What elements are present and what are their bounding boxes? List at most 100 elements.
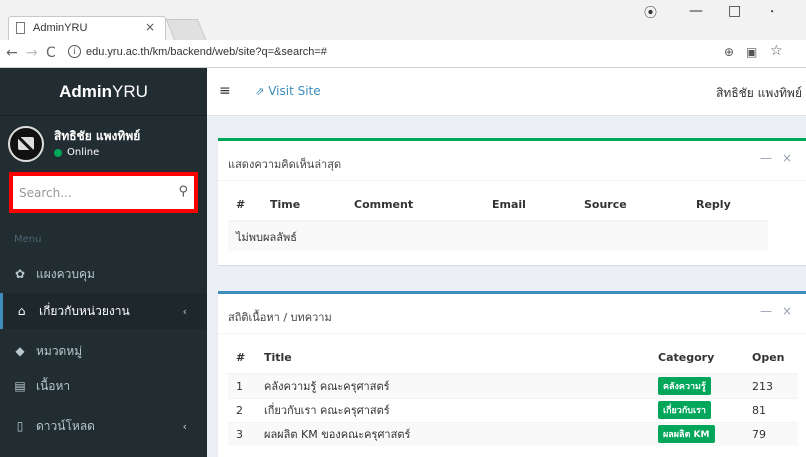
page-icon xyxy=(16,22,25,34)
row-num: 2 xyxy=(228,397,256,422)
profile-icon[interactable]: ⦿ xyxy=(644,2,657,21)
collapse-button[interactable]: — xyxy=(760,151,772,165)
sidebar-user-name: สิทธิชัย แพงทิพย์ xyxy=(54,129,141,143)
sidebar-item-dashboard[interactable]: ✿ แผงควบคุม xyxy=(0,256,207,292)
chevron-left-icon: ‹ xyxy=(182,419,187,433)
sidebar-item-label: หมวดหมู่ xyxy=(36,343,83,358)
search-icon[interactable]: ⚲ xyxy=(178,184,188,199)
row-title-link[interactable]: เกี่ยวกับเรา คณะครุศาสตร์ xyxy=(256,397,650,422)
row-title-link[interactable]: ผลผลิต KM ของคณะครุศาสตร์ xyxy=(256,421,650,446)
hamburger-menu-icon[interactable]: ≡ xyxy=(219,83,231,99)
box-header: แสดงความคิดเห็นล่าสุด — × xyxy=(218,141,806,181)
close-window-button[interactable]: ⸱ xyxy=(770,0,774,22)
row-category: เกี่ยวกับเรา xyxy=(650,397,744,422)
browser-tabstrip: AdminYRU × ⦿ — □ ⸱ xyxy=(0,0,806,40)
logo-area[interactable]: AdminYRU xyxy=(0,68,207,116)
col-comment: Comment xyxy=(346,188,484,222)
status-dot-icon xyxy=(54,148,62,157)
content-stats-box: สถิติเนื้อหา / บทความ — × # Title Catego… xyxy=(218,291,806,457)
box-title: แสดงความคิดเห็นล่าสุด xyxy=(228,158,342,171)
translate-icon[interactable]: ▣ xyxy=(746,45,757,59)
col-num: # xyxy=(228,188,262,222)
address-bar: ← → C i edu.yru.ac.th/km/backend/web/sit… xyxy=(0,40,806,68)
remove-button[interactable]: × xyxy=(782,304,792,318)
browser-tab[interactable]: AdminYRU × xyxy=(8,16,166,40)
url-box[interactable]: i edu.yru.ac.th/km/backend/web/site?q=&s… xyxy=(64,43,804,64)
col-reply: Reply xyxy=(688,188,768,222)
latest-comments-box: แสดงความคิดเห็นล่าสุด — × # Time Comment… xyxy=(218,138,806,265)
sidebar-item-downloads[interactable]: ▯ ดาวน์โหลด ‹ xyxy=(0,408,207,444)
row-num: 3 xyxy=(228,421,256,446)
visit-site-label: Visit Site xyxy=(268,84,321,98)
row-category: ผลผลิต KM xyxy=(650,421,744,446)
sidebar-item-label: แผงควบคุม xyxy=(36,266,95,281)
tag-icon: ◆ xyxy=(15,344,25,358)
sidebar: สิทธิชัย แพงทิพย์ Online ⚲ Menu ✿ แผงควบ… xyxy=(0,116,207,457)
tab-title: AdminYRU xyxy=(33,22,88,34)
info-icon[interactable]: i xyxy=(68,45,81,58)
comments-table: # Time Comment Email Source Reply ไม่พบผ… xyxy=(228,188,768,251)
row-title-link[interactable]: คลังความรู้ คณะครุศาสตร์ xyxy=(256,373,650,398)
user-panel: สิทธิชัย แพงทิพย์ Online xyxy=(0,116,207,164)
forward-icon[interactable]: → xyxy=(26,45,38,61)
sidebar-item-categories[interactable]: ◆ หมวดหมู่ xyxy=(0,333,207,369)
user-status: Online xyxy=(54,147,99,158)
row-num: 1 xyxy=(228,373,256,398)
tab-close-icon[interactable]: × xyxy=(145,20,155,34)
col-source: Source xyxy=(576,188,688,222)
menu-header: Menu xyxy=(14,234,42,245)
external-link-icon: ⇗ xyxy=(255,84,265,98)
row-open: 79 xyxy=(744,421,798,446)
avatar xyxy=(8,126,44,162)
main-content: แสดงความคิดเห็นล่าสุด — × # Time Comment… xyxy=(207,116,806,457)
table-row: 1 คลังความรู้ คณะครุศาสตร์ คลังความรู้ 2… xyxy=(228,373,798,398)
logo-bold: Admin xyxy=(59,82,112,101)
sidebar-item-label: เกี่ยวกับหน่วยงาน xyxy=(39,303,130,318)
tachometer-icon: ✿ xyxy=(14,267,26,281)
col-num: # xyxy=(228,341,256,375)
content-stats-table: # Title Category Open 1 คลังความรู้ คณะค… xyxy=(228,341,798,446)
reload-icon[interactable]: C xyxy=(46,45,56,61)
remove-button[interactable]: × xyxy=(782,151,792,165)
sidebar-item-about[interactable]: ⌂ เกี่ยวกับหน่วยงาน ‹ xyxy=(0,293,207,329)
minimize-button[interactable]: — xyxy=(689,3,703,19)
table-row: ไม่พบผลลัพธ์ xyxy=(228,220,768,251)
status-label: Online xyxy=(67,147,100,158)
file-icon: ▯ xyxy=(16,419,24,433)
new-tab-button[interactable] xyxy=(165,19,207,40)
url-text[interactable]: edu.yru.ac.th/km/backend/web/site?q=&sea… xyxy=(86,46,327,58)
logo-rest: YRU xyxy=(111,82,148,101)
zoom-icon[interactable]: ⊕ xyxy=(724,45,734,59)
table-header-row: # Time Comment Email Source Reply xyxy=(228,188,768,222)
table-row: 2 เกี่ยวกับเรา คณะครุศาสตร์ เกี่ยวกับเรา… xyxy=(228,397,798,422)
category-badge: คลังความรู้ xyxy=(658,377,711,396)
category-badge: ผลผลิต KM xyxy=(658,425,715,444)
col-title: Title xyxy=(256,341,650,375)
sidebar-item-label: ดาวน์โหลด xyxy=(36,418,95,433)
app-logo[interactable]: AdminYRU xyxy=(0,82,207,102)
row-category: คลังความรู้ xyxy=(650,373,744,398)
category-badge: เกี่ยวกับเรา xyxy=(658,401,711,419)
search-input[interactable] xyxy=(13,176,168,209)
bank-icon: ⌂ xyxy=(17,304,26,318)
user-menu[interactable]: สิทธิชัย แพงทิพย์ xyxy=(716,84,802,103)
sidebar-item-label: เนื้อหา xyxy=(36,378,71,393)
empty-result: ไม่พบผลลัพธ์ xyxy=(228,220,768,251)
sidebar-item-content[interactable]: ▤ เนื้อหา xyxy=(0,368,207,404)
sidebar-search-form: ⚲ xyxy=(9,172,198,213)
box-title: สถิติเนื้อหา / บทความ xyxy=(228,311,332,324)
table-header-row: # Title Category Open xyxy=(228,341,798,375)
box-header: สถิติเนื้อหา / บทความ — × xyxy=(218,294,806,334)
col-time: Time xyxy=(262,188,346,222)
table-row: 3 ผลผลิต KM ของคณะครุศาสตร์ ผลผลิต KM 79 xyxy=(228,421,798,446)
col-open: Open xyxy=(744,341,798,375)
maximize-button[interactable]: □ xyxy=(728,3,741,19)
avatar-slash xyxy=(10,129,42,160)
visit-site-link[interactable]: ⇗ Visit Site xyxy=(255,84,321,98)
col-email: Email xyxy=(484,188,576,222)
back-icon[interactable]: ← xyxy=(6,45,18,61)
bookmark-star-icon[interactable]: ☆ xyxy=(770,43,783,59)
row-open: 81 xyxy=(744,397,798,422)
col-category: Category xyxy=(650,341,744,375)
collapse-button[interactable]: — xyxy=(760,304,772,318)
